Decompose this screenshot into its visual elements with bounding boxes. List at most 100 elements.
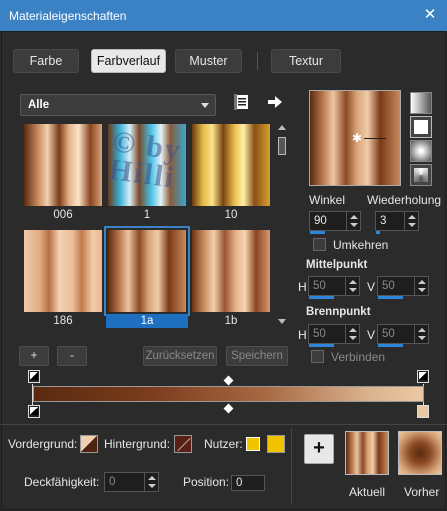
repeat-spinner-arrows[interactable] <box>404 212 418 230</box>
angle-label: Winkel <box>309 193 346 207</box>
scroll-up-icon[interactable] <box>278 125 286 130</box>
focal-h-label: H <box>298 328 307 342</box>
linear-style-button[interactable] <box>410 92 432 114</box>
bottom-right-stop-handle[interactable] <box>417 405 429 418</box>
swatch-preview <box>24 124 102 206</box>
focal-h-arrows[interactable] <box>345 325 359 343</box>
close-icon[interactable]: ✕ <box>422 7 438 23</box>
center-h-spinner[interactable]: 50 <box>308 276 360 299</box>
focal-v-arrows[interactable] <box>414 325 428 343</box>
position-label: Position: <box>183 475 230 489</box>
swatch-caption: 186 <box>53 315 73 327</box>
center-h-value[interactable]: 50 <box>313 280 326 292</box>
center-h-arrows[interactable] <box>345 277 359 295</box>
focal-v-value[interactable]: 50 <box>382 328 395 340</box>
swatch-preview <box>24 230 102 312</box>
tab-muster[interactable]: Muster <box>175 49 242 73</box>
gradient-bar[interactable] <box>33 386 424 402</box>
center-h-level-bar <box>309 296 334 299</box>
current-material-thumb[interactable] <box>345 431 389 475</box>
add-gradient-button[interactable]: + <box>19 346 49 366</box>
stop-icon <box>30 372 38 380</box>
user-color-swatch[interactable] <box>267 435 285 453</box>
background-label: Hintergrund: <box>104 437 171 451</box>
center-v-label: V <box>367 280 376 294</box>
sunburst-style-icon <box>414 168 428 182</box>
angle-spinner[interactable]: 90 <box>309 211 361 234</box>
swatch-caption: 10 <box>224 209 238 221</box>
arrow-right-icon[interactable] <box>267 95 283 109</box>
swatch-preview <box>108 230 186 312</box>
tab-divider <box>257 52 258 70</box>
category-dropdown-value: Alle <box>28 99 50 111</box>
foreground-label: Vordergrund: <box>8 437 78 451</box>
rectangular-style-button[interactable] <box>410 116 432 138</box>
opacity-value[interactable]: 0 <box>109 476 115 488</box>
focal-h-level-bar <box>309 344 334 347</box>
opacity-arrows[interactable] <box>144 473 158 491</box>
window-title: Materialeigenschaften <box>9 9 127 23</box>
chevron-down-icon <box>201 103 209 108</box>
scroll-down-icon[interactable] <box>278 319 286 324</box>
gradient-swatch-006[interactable]: 006 <box>22 122 104 221</box>
focal-v-spinner[interactable]: 50 <box>377 324 429 347</box>
center-label: Mittelpunkt <box>306 259 368 271</box>
focal-v-level-bar <box>378 344 403 347</box>
link-checkbox[interactable] <box>311 350 324 363</box>
swatch-scrollbar[interactable] <box>275 123 289 328</box>
foreground-swatch[interactable] <box>80 435 98 453</box>
angle-spinner-arrows[interactable] <box>346 212 360 230</box>
repeat-label: Wiederholung <box>367 193 442 207</box>
center-v-arrows[interactable] <box>414 277 428 295</box>
focal-v-label: V <box>367 328 376 342</box>
radial-style-button[interactable] <box>410 140 432 162</box>
reset-button[interactable]: Zurücksetzen <box>143 346 217 366</box>
angle-handle-line[interactable] <box>364 138 386 139</box>
top-left-stop-handle[interactable] <box>28 370 40 383</box>
focal-h-value[interactable]: 50 <box>313 328 326 340</box>
category-dropdown[interactable]: Alle <box>20 94 216 116</box>
scroll-thumb[interactable] <box>278 137 286 155</box>
invert-checkbox[interactable] <box>313 238 326 251</box>
rectangular-style-icon <box>414 120 428 134</box>
swatch-caption: 1a <box>106 314 188 328</box>
center-v-level-bar <box>378 296 403 299</box>
tab-textur[interactable]: Textur <box>271 49 341 73</box>
position-value[interactable]: 0 <box>236 477 242 489</box>
gradient-preview[interactable]: ✱ <box>309 90 401 186</box>
remove-gradient-button[interactable]: - <box>57 346 87 366</box>
center-handle-icon[interactable]: ✱ <box>352 132 362 144</box>
angle-value[interactable]: 90 <box>314 215 327 227</box>
add-material-button[interactable]: + <box>304 434 334 464</box>
sunburst-style-button[interactable] <box>410 164 432 186</box>
swatch-preview <box>192 230 270 312</box>
repeat-value[interactable]: 3 <box>380 215 386 227</box>
center-v-spinner[interactable]: 50 <box>377 276 429 299</box>
background-swatch[interactable] <box>174 435 192 453</box>
tab-farbverlauf[interactable]: Farbverlauf <box>91 49 166 73</box>
bottom-left-stop-handle[interactable] <box>28 405 40 418</box>
tab-farbe[interactable]: Farbe <box>13 49 79 73</box>
gradient-swatch-186[interactable]: 186 <box>22 228 104 327</box>
focal-h-spinner[interactable]: 50 <box>308 324 360 347</box>
library-icon[interactable] <box>234 94 250 110</box>
center-h-label: H <box>298 280 307 294</box>
swatch-caption: 006 <box>53 209 73 221</box>
opacity-spinner[interactable]: 0 <box>104 472 159 492</box>
previous-material-thumb[interactable] <box>398 431 442 475</box>
user-label: Nutzer: <box>204 437 243 451</box>
gradient-swatch-1b[interactable]: 1b <box>190 228 272 327</box>
invert-label[interactable]: Umkehren <box>333 238 388 252</box>
top-right-stop-handle[interactable] <box>417 370 429 383</box>
user-color-small-swatch[interactable] <box>246 437 260 451</box>
opacity-label: Deckfähigkeit: <box>24 475 100 489</box>
save-button[interactable]: Speichern <box>226 346 288 366</box>
center-v-value[interactable]: 50 <box>382 280 395 292</box>
position-input[interactable]: 0 <box>231 475 265 491</box>
angle-level-bar <box>310 231 325 234</box>
focal-label: Brennpunkt <box>306 306 371 318</box>
link-label[interactable]: Verbinden <box>331 350 385 364</box>
stop-icon <box>30 407 38 415</box>
gradient-swatch-1a[interactable]: 1a <box>104 226 190 328</box>
repeat-spinner[interactable]: 3 <box>375 211 419 234</box>
